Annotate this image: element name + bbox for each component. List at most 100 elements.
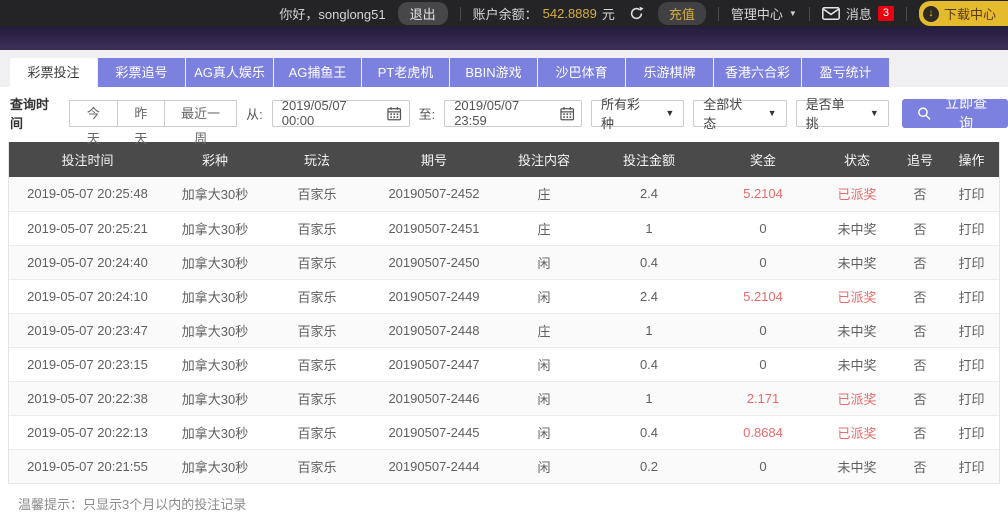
chevron-down-icon: ▼: [788, 9, 797, 18]
lottery-type-select[interactable]: 所有彩种 ▼: [591, 97, 685, 131]
column-header: 玩法: [264, 142, 370, 177]
cell-status: 已派奖: [818, 414, 896, 449]
cell-action[interactable]: 打印: [944, 278, 999, 313]
to-datetime-input[interactable]: 2019/05/07 23:59: [444, 98, 583, 128]
cell-action[interactable]: 打印: [944, 210, 999, 245]
logout-button[interactable]: 退出: [397, 2, 448, 25]
cell-action[interactable]: 打印: [944, 244, 999, 279]
cell-status: 未中奖: [818, 312, 896, 347]
cell-time: 2019-05-07 20:24:40: [9, 244, 166, 279]
table-row: 2019-05-07 20:23:47 加拿大30秒 百家乐 20190507-244…: [9, 312, 999, 347]
cell-content: 闲: [498, 244, 590, 279]
cell-play: 百家乐: [264, 346, 370, 381]
query-toolbar: 查询时间 今天 昨天 最近一周 从: 2019/05/07 00:00 至: 2…: [0, 87, 1008, 146]
refresh-icon: [630, 6, 644, 20]
divider: [717, 6, 719, 21]
cell-chase: 否: [896, 312, 944, 347]
admin-center-label: 管理中心: [730, 7, 783, 22]
cell-lottery: 加拿大30秒: [166, 448, 264, 483]
status-select[interactable]: 全部状态 ▼: [693, 97, 787, 131]
cell-time: 2019-05-07 20:24:10: [9, 278, 166, 313]
cell-issue: 20190507-2445: [370, 414, 498, 449]
tab-item-5[interactable]: BBIN游戏: [450, 58, 537, 87]
cell-status: 已派奖: [818, 278, 896, 313]
cell-play: 百家乐: [264, 210, 370, 245]
cell-status: 未中奖: [818, 346, 896, 381]
currency-label: 元: [601, 7, 615, 22]
cell-play: 百家乐: [264, 312, 370, 347]
column-header: 投注金额: [590, 142, 708, 177]
search-button-label: 立即查询: [945, 95, 988, 131]
table-header-row: 投注时间 彩种 玩法 期号 投注内容 投注金额 奖金 状态 追号 操作: [9, 142, 999, 177]
cell-content: 闲: [498, 278, 590, 313]
cell-prize: 2.171: [708, 380, 818, 415]
cell-action[interactable]: 打印: [944, 380, 999, 415]
cell-amount: 1: [590, 312, 708, 347]
cell-content: 闲: [498, 380, 590, 415]
cell-issue: 20190507-2451: [370, 210, 498, 245]
cell-action[interactable]: 打印: [944, 312, 999, 347]
footer-hint: 温馨提示：只显示3个月以内的投注记录: [18, 497, 247, 512]
from-datetime-value: 2019/05/07 00:00: [281, 98, 347, 128]
table-body: 2019-05-07 20:25:48 加拿大30秒 百家乐 20190507-245…: [9, 177, 999, 483]
admin-center-menu[interactable]: 管理中心 ▼: [731, 4, 797, 23]
cell-action[interactable]: 打印: [944, 346, 999, 381]
divider: [459, 6, 461, 21]
messages-menu[interactable]: 消息 3: [821, 4, 894, 23]
cell-status: 已派奖: [837, 187, 877, 203]
single-pick-value: 是否单挑: [805, 97, 845, 131]
refresh-balance-icon[interactable]: [629, 6, 644, 21]
recharge-button[interactable]: 充值: [657, 2, 706, 25]
cell-status: 未中奖: [818, 210, 896, 245]
tab-item-7[interactable]: 乐游棋牌: [626, 58, 713, 87]
cell-status: 未中奖: [818, 244, 896, 279]
cell-chase: 否: [896, 414, 944, 449]
tab-item-8[interactable]: 香港六合彩: [714, 58, 801, 87]
column-header: 操作: [944, 142, 999, 177]
cell-lottery: 加拿大30秒: [166, 380, 264, 415]
calendar-icon[interactable]: [387, 106, 402, 121]
download-center-button[interactable]: ↓ 下载中心: [918, 1, 1008, 26]
single-pick-select[interactable]: 是否单挑 ▼: [795, 97, 889, 131]
cell-action[interactable]: 打印: [944, 448, 999, 483]
tab-item-0[interactable]: 彩票投注: [10, 58, 97, 87]
search-button[interactable]: 立即查询: [901, 95, 1008, 131]
yesterday-button[interactable]: 昨天: [117, 99, 166, 146]
cell-amount: 2.4: [590, 278, 708, 313]
cell-prize: 0: [708, 448, 818, 483]
tab-item-9[interactable]: 盈亏统计: [802, 58, 889, 87]
chevron-down-icon: ▼: [767, 108, 777, 118]
tab-item-2[interactable]: AG真人娱乐: [186, 58, 273, 87]
cell-content: 闲: [498, 448, 590, 483]
cell-prize: 0: [708, 244, 818, 279]
tab-item-4[interactable]: PT老虎机: [362, 58, 449, 87]
cell-amount: 0.4: [590, 346, 708, 381]
secondary-nav-strip: [0, 27, 1008, 50]
chevron-down-icon: ▼: [665, 108, 675, 118]
cell-amount: 0.2: [590, 448, 708, 483]
column-header: 投注内容: [498, 142, 590, 177]
tab-item-1[interactable]: 彩票追号: [98, 58, 185, 87]
bet-records-table: 投注时间 彩种 玩法 期号 投注内容 投注金额 奖金 状态 追号 操作 2019-05-07 20…: [8, 142, 1000, 484]
download-center-label: 下载中心: [943, 7, 996, 22]
tab-item-3[interactable]: AG捕鱼王: [274, 58, 361, 87]
cell-action[interactable]: 打印: [944, 414, 999, 449]
to-label: 至:: [418, 106, 436, 122]
cell-amount: 2.4: [639, 186, 659, 202]
cell-time: 2019-05-07 20:21:55: [9, 448, 166, 483]
today-button[interactable]: 今天: [69, 99, 118, 146]
from-datetime-input[interactable]: 2019/05/07 00:00: [271, 98, 410, 128]
cell-content: 闲: [498, 346, 590, 381]
cell-time: 2019-05-07 20:22:38: [9, 380, 166, 415]
cell-content: 庄: [498, 210, 590, 245]
calendar-icon[interactable]: [559, 106, 574, 121]
topbar: 你好，songlong51 退出 账户余额： 542.8889 元 充值 管理中…: [0, 0, 1008, 27]
table-row: 2019-05-07 20:22:38 加拿大30秒 百家乐 20190507-244…: [9, 380, 999, 415]
tab-item-6[interactable]: 沙巴体育: [538, 58, 625, 87]
cell-time: 2019-05-07 20:25:21: [9, 210, 166, 245]
cell-action[interactable]: 打印: [944, 177, 999, 211]
tab-bar: 彩票投注 彩票追号 AG真人娱乐 AG捕鱼王 PT老虎机 BBIN游戏 沙巴体育 乐游棋牌 香港…: [0, 50, 1008, 87]
cell-issue: 20190507-2448: [370, 312, 498, 347]
last-week-button[interactable]: 最近一周: [165, 99, 238, 146]
cell-chase: 否: [896, 380, 944, 415]
